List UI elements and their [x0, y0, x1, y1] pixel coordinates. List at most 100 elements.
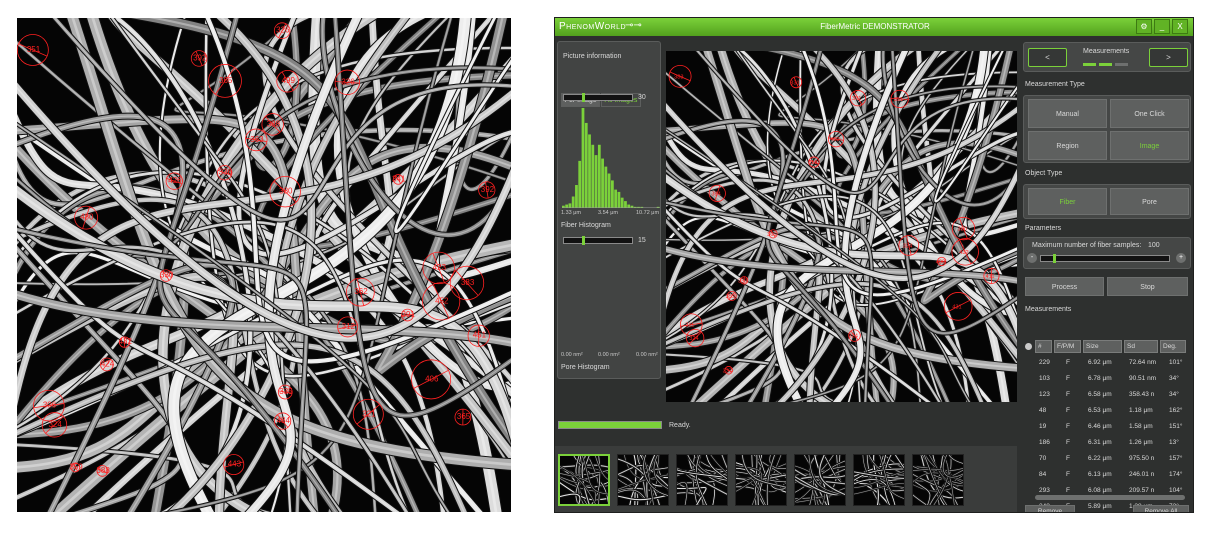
cell-type: F	[1066, 407, 1070, 414]
thumbnail-3[interactable]	[676, 454, 728, 506]
table-row[interactable]: 84 F 6.13 μm 246.01 n 174°	[1025, 467, 1191, 483]
table-row[interactable]: 186 F 6.31 μm 1.26 μm 13°	[1025, 435, 1191, 451]
measurement-label: 362	[354, 287, 368, 296]
pore-bins-slider[interactable]	[563, 236, 633, 245]
minimize-button[interactable]: _	[1154, 19, 1170, 34]
pore-axis-mid: 0.00 nm²	[598, 352, 620, 358]
column-header-sd[interactable]: Sd	[1124, 340, 1158, 353]
close-button[interactable]: X	[1172, 19, 1188, 34]
cell-id: 229	[1039, 359, 1050, 366]
table-row[interactable]: 70 F 6.22 μm 975.50 n 157°	[1025, 451, 1191, 467]
cell-id: 293	[1039, 487, 1050, 494]
measurement-type-group: Manual One Click Region Image	[1023, 95, 1191, 163]
manual-button[interactable]: Manual	[1028, 99, 1107, 128]
minus-button[interactable]: -	[1027, 253, 1037, 263]
fiber-bins-slider[interactable]	[563, 93, 633, 102]
thumbnail-image[interactable]	[677, 455, 728, 506]
cell-deg: 101°	[1169, 359, 1183, 366]
page-indicator	[1083, 63, 1096, 66]
thumbnail-6[interactable]	[853, 454, 905, 506]
column-header-size[interactable]: Size	[1083, 340, 1122, 353]
cell-id: 84	[1039, 471, 1047, 478]
pore-histogram-label: Pore Histogram	[561, 364, 610, 371]
cell-size: 6.92 μm	[1088, 359, 1112, 366]
table-row[interactable]: 229 F 6.92 μm 72.64 nm 101°	[1025, 355, 1191, 371]
table-scrollbar[interactable]	[1035, 495, 1185, 500]
prev-button[interactable]: <	[1028, 48, 1067, 67]
histogram-bar	[575, 185, 578, 208]
cell-id: 123	[1039, 391, 1050, 398]
measurement-label: 359	[69, 462, 83, 471]
column-header-deg[interactable]: Deg.	[1160, 340, 1186, 353]
one-click-button[interactable]: One Click	[1110, 99, 1189, 128]
measurements-label: Measurements	[1025, 306, 1072, 313]
measurement-label: 337	[723, 368, 732, 374]
region-button[interactable]: Region	[1028, 131, 1107, 160]
plus-button[interactable]: +	[1176, 253, 1186, 263]
thumbnail-5[interactable]	[794, 454, 846, 506]
process-button[interactable]: Process	[1025, 277, 1104, 296]
thumbnail-image[interactable]	[854, 455, 905, 506]
table-row[interactable]: 103 F 6.78 μm 90.51 nm 34°	[1025, 371, 1191, 387]
thumbnail-4[interactable]	[735, 454, 787, 506]
measurement-label: 318	[808, 160, 817, 166]
pore-button[interactable]: Pore	[1110, 188, 1189, 215]
measurement-label: 392	[481, 185, 495, 194]
thumbnail-1[interactable]	[558, 454, 610, 506]
remove-all-button[interactable]: Remove All	[1133, 505, 1189, 512]
histogram-bar	[604, 166, 608, 208]
measurement-label: 391	[402, 310, 416, 319]
stop-button[interactable]: Stop	[1107, 277, 1188, 296]
measurement-label: 406	[425, 374, 439, 383]
hist-axis-mid: 3.54 μm	[598, 210, 618, 216]
thumbnail-image[interactable]	[618, 455, 669, 506]
cell-size: 6.31 μm	[1088, 439, 1112, 446]
cell-type: F	[1066, 471, 1070, 478]
fiber-button[interactable]: Fiber	[1028, 188, 1107, 215]
column-header-type[interactable]: F/P/M	[1054, 340, 1081, 353]
remove-button[interactable]: Remove	[1025, 505, 1075, 512]
measurement-label: 326	[341, 77, 355, 86]
image-button[interactable]: Image	[1110, 131, 1189, 160]
slider-thumb[interactable]	[1053, 254, 1056, 263]
sem-image-center[interactable]: 324 431 351 383 361 351 380 318 337 408 411 359 432 3…	[666, 51, 1017, 402]
thumbnail-image[interactable]	[913, 455, 964, 506]
column-header-id[interactable]: #	[1035, 340, 1052, 353]
measurement-label: 432	[119, 337, 133, 346]
measurement-label: 351	[894, 97, 903, 103]
measurement-label: 388	[267, 119, 281, 128]
thumbnail-image[interactable]	[560, 456, 610, 506]
table-row[interactable]: 48 F 6.53 μm 1.18 μm 162°	[1025, 403, 1191, 419]
max-samples-slider[interactable]	[1040, 254, 1170, 263]
measurement-label: 336	[219, 168, 233, 177]
cell-sd: 1.18 μm	[1129, 407, 1153, 414]
hist-axis-max: 10.72 μm	[636, 210, 660, 216]
measurement-label: 324	[48, 420, 62, 429]
measurement-label: 499	[282, 76, 296, 85]
measurement-label: 365	[219, 76, 233, 85]
next-button[interactable]: >	[1149, 48, 1188, 67]
thumbnail-7[interactable]	[912, 454, 964, 506]
thumbnail-image[interactable]	[736, 455, 787, 506]
settings-gear-icon[interactable]: ⚙	[1136, 19, 1152, 34]
thumbnail-2[interactable]	[617, 454, 669, 506]
sem-fiber-image[interactable]: 324 431 351 383 361 351 380 318 337 408 411 359 432 3…	[666, 51, 1017, 402]
table-row[interactable]: 19 F 6.46 μm 1.58 μm 151°	[1025, 419, 1191, 435]
cell-type: F	[1066, 455, 1070, 462]
measurement-label: 321	[362, 409, 376, 418]
slider-thumb[interactable]	[582, 236, 585, 245]
right-panel: < Measurements > Measurement Type Manual…	[1021, 40, 1193, 512]
title-bar: PhenomWorld ⊸⊸ FiberMetric DEMONSTRATOR …	[555, 18, 1193, 36]
measurement-label: 312	[342, 322, 356, 331]
fiber-bins-value: 30	[638, 94, 646, 101]
select-all-dot-icon[interactable]	[1025, 343, 1032, 350]
cell-deg: 104°	[1169, 487, 1183, 494]
thumbnail-image[interactable]	[795, 455, 846, 506]
cell-type: F	[1066, 359, 1070, 366]
measurement-label: 383	[461, 278, 475, 287]
progress-fill	[559, 422, 661, 428]
slider-thumb[interactable]	[582, 93, 585, 102]
histogram-bar	[620, 197, 624, 208]
measurement-label: 452	[435, 296, 449, 305]
table-row[interactable]: 123 F 6.58 μm 358.43 n 34°	[1025, 387, 1191, 403]
